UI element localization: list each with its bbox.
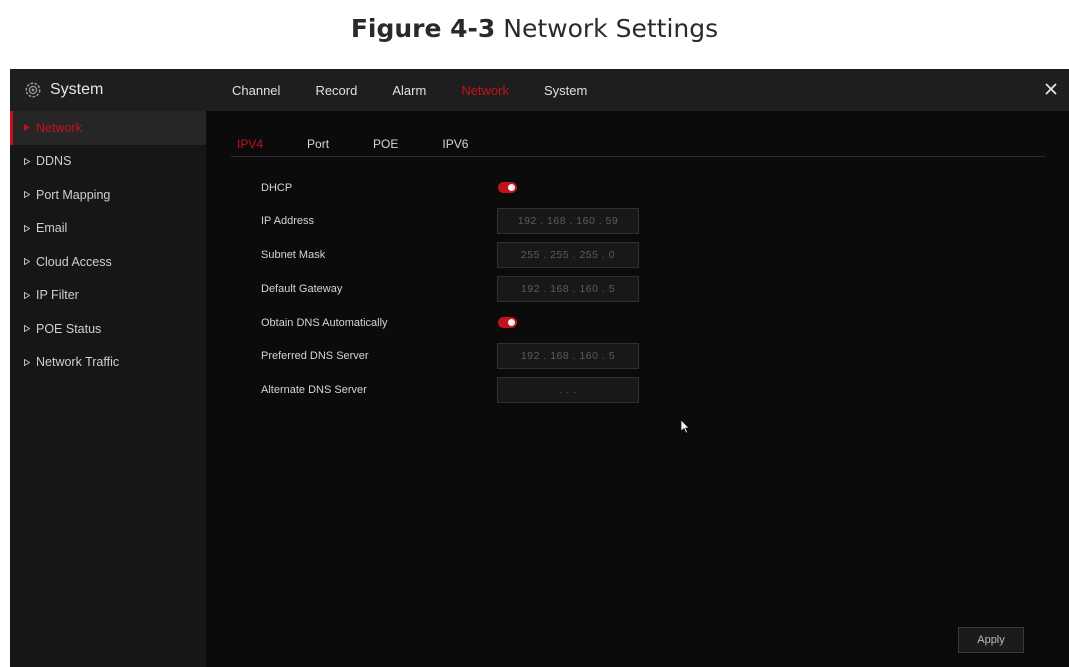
- subnet-mask-label: Subnet Mask: [261, 249, 326, 261]
- app-brand: System: [24, 69, 103, 111]
- dhcp-row: DHCP: [261, 175, 661, 201]
- main-panel: IPV4 Port POE IPV6 DHCP IP Address 192 .…: [206, 111, 1069, 667]
- triangle-right-icon: [24, 291, 30, 299]
- preferred-dns-label: Preferred DNS Server: [261, 350, 369, 362]
- apply-button[interactable]: Apply: [958, 627, 1024, 653]
- obtain-dns-toggle[interactable]: [498, 317, 517, 328]
- ip-address-field[interactable]: 192 . 168 . 160 . 59: [497, 208, 639, 234]
- tabs-divider: [231, 156, 1045, 157]
- sidebar-item-ddns[interactable]: DDNS: [10, 145, 206, 179]
- menu-channel[interactable]: Channel: [232, 83, 280, 98]
- dhcp-label: DHCP: [261, 182, 293, 194]
- tab-port[interactable]: Port: [307, 137, 329, 151]
- sidebar-item-poe-status[interactable]: POE Status: [10, 312, 206, 346]
- alternate-dns-row: Alternate DNS Server . . .: [261, 377, 661, 403]
- sidebar-item-label: Port Mapping: [36, 187, 111, 202]
- triangle-right-icon: [24, 258, 30, 266]
- top-bar: System Channel Record Alarm Network Syst…: [10, 69, 1069, 111]
- sidebar-item-ip-filter[interactable]: IP Filter: [10, 279, 206, 313]
- sidebar-item-label: Network Traffic: [36, 355, 120, 370]
- sidebar-item-email[interactable]: Email: [10, 212, 206, 246]
- alternate-dns-field[interactable]: . . .: [497, 377, 639, 403]
- sidebar-item-label: DDNS: [36, 154, 72, 169]
- ip-address-row: IP Address 192 . 168 . 160 . 59: [261, 208, 661, 234]
- sub-tabs: IPV4 Port POE IPV6: [237, 137, 512, 151]
- subnet-mask-field[interactable]: 255 . 255 . 255 . 0: [497, 242, 639, 268]
- triangle-right-icon: [24, 124, 30, 132]
- triangle-right-icon: [24, 157, 30, 165]
- sidebar-item-port-mapping[interactable]: Port Mapping: [10, 178, 206, 212]
- ip-address-label: IP Address: [261, 215, 314, 227]
- tab-ipv6[interactable]: IPV6: [442, 137, 468, 151]
- menu-record[interactable]: Record: [315, 83, 357, 98]
- sidebar-item-label: Cloud Access: [36, 254, 112, 269]
- triangle-right-icon: [24, 191, 30, 199]
- sidebar-item-label: Email: [36, 221, 68, 236]
- gear-icon: [25, 82, 41, 98]
- top-menu: Channel Record Alarm Network System: [232, 69, 622, 111]
- sidebar-item-label: POE Status: [36, 321, 102, 336]
- subnet-mask-row: Subnet Mask 255 . 255 . 255 . 0: [261, 242, 661, 268]
- triangle-right-icon: [24, 325, 30, 333]
- settings-window: System Channel Record Alarm Network Syst…: [10, 69, 1069, 667]
- triangle-right-icon: [24, 358, 30, 366]
- close-icon[interactable]: [1041, 79, 1061, 99]
- sidebar-item-label: Network: [36, 120, 82, 135]
- obtain-dns-label: Obtain DNS Automatically: [261, 317, 388, 329]
- toggle-knob: [508, 319, 515, 326]
- figure-caption: Figure 4-3 Network Settings: [0, 14, 1069, 43]
- figure-number: Figure 4-3: [350, 14, 496, 43]
- sidebar-item-label: IP Filter: [36, 288, 79, 303]
- app-title: System: [50, 81, 104, 98]
- tab-ipv4[interactable]: IPV4: [237, 137, 263, 151]
- figure-title: Network Settings: [503, 14, 719, 43]
- sidebar: Network DDNS Port Mapping Email Cloud Ac…: [10, 111, 206, 667]
- triangle-right-icon: [24, 224, 30, 232]
- menu-network[interactable]: Network: [461, 83, 509, 98]
- menu-alarm[interactable]: Alarm: [392, 83, 426, 98]
- sidebar-item-network[interactable]: Network: [10, 111, 206, 145]
- menu-system[interactable]: System: [544, 83, 587, 98]
- alternate-dns-label: Alternate DNS Server: [261, 384, 367, 396]
- toggle-knob: [508, 184, 515, 191]
- sidebar-item-network-traffic[interactable]: Network Traffic: [10, 346, 206, 380]
- sidebar-item-cloud-access[interactable]: Cloud Access: [10, 245, 206, 279]
- default-gateway-field[interactable]: 192 . 168 . 160 . 5: [497, 276, 639, 302]
- default-gateway-row: Default Gateway 192 . 168 . 160 . 5: [261, 276, 661, 302]
- dhcp-toggle[interactable]: [498, 182, 517, 193]
- obtain-dns-row: Obtain DNS Automatically: [261, 310, 661, 336]
- tab-poe[interactable]: POE: [373, 137, 398, 151]
- default-gateway-label: Default Gateway: [261, 283, 343, 295]
- mouse-pointer-icon: [681, 420, 690, 434]
- preferred-dns-row: Preferred DNS Server 192 . 168 . 160 . 5: [261, 343, 661, 369]
- preferred-dns-field[interactable]: 192 . 168 . 160 . 5: [497, 343, 639, 369]
